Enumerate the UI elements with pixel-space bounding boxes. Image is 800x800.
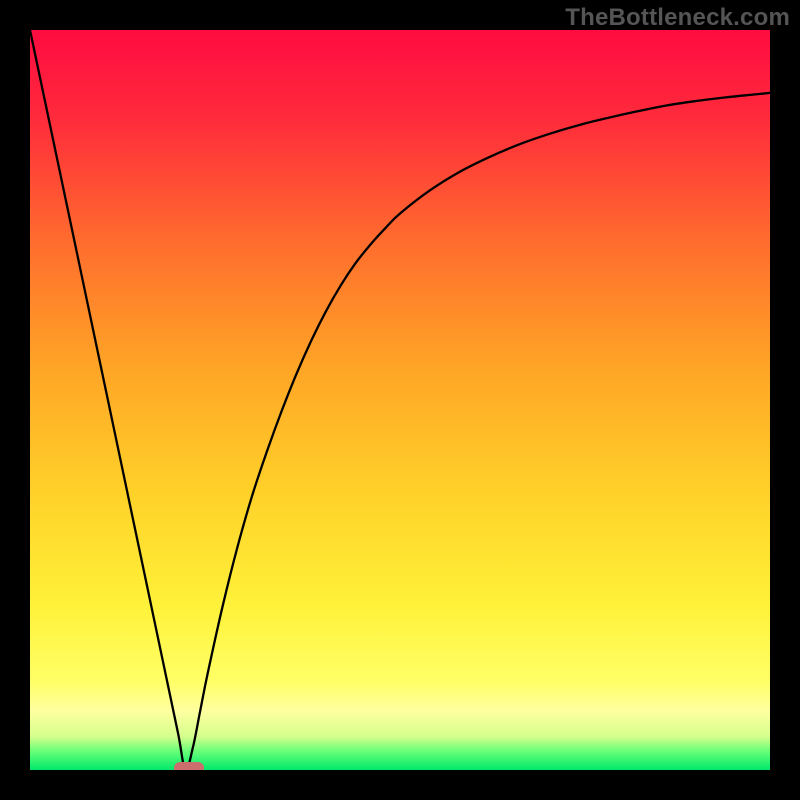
chart-frame: TheBottleneck.com <box>0 0 800 800</box>
gradient-background <box>30 30 770 770</box>
minimum-marker <box>174 762 204 770</box>
plot-svg <box>30 30 770 770</box>
watermark-text: TheBottleneck.com <box>565 4 790 32</box>
plot-area <box>30 30 770 770</box>
